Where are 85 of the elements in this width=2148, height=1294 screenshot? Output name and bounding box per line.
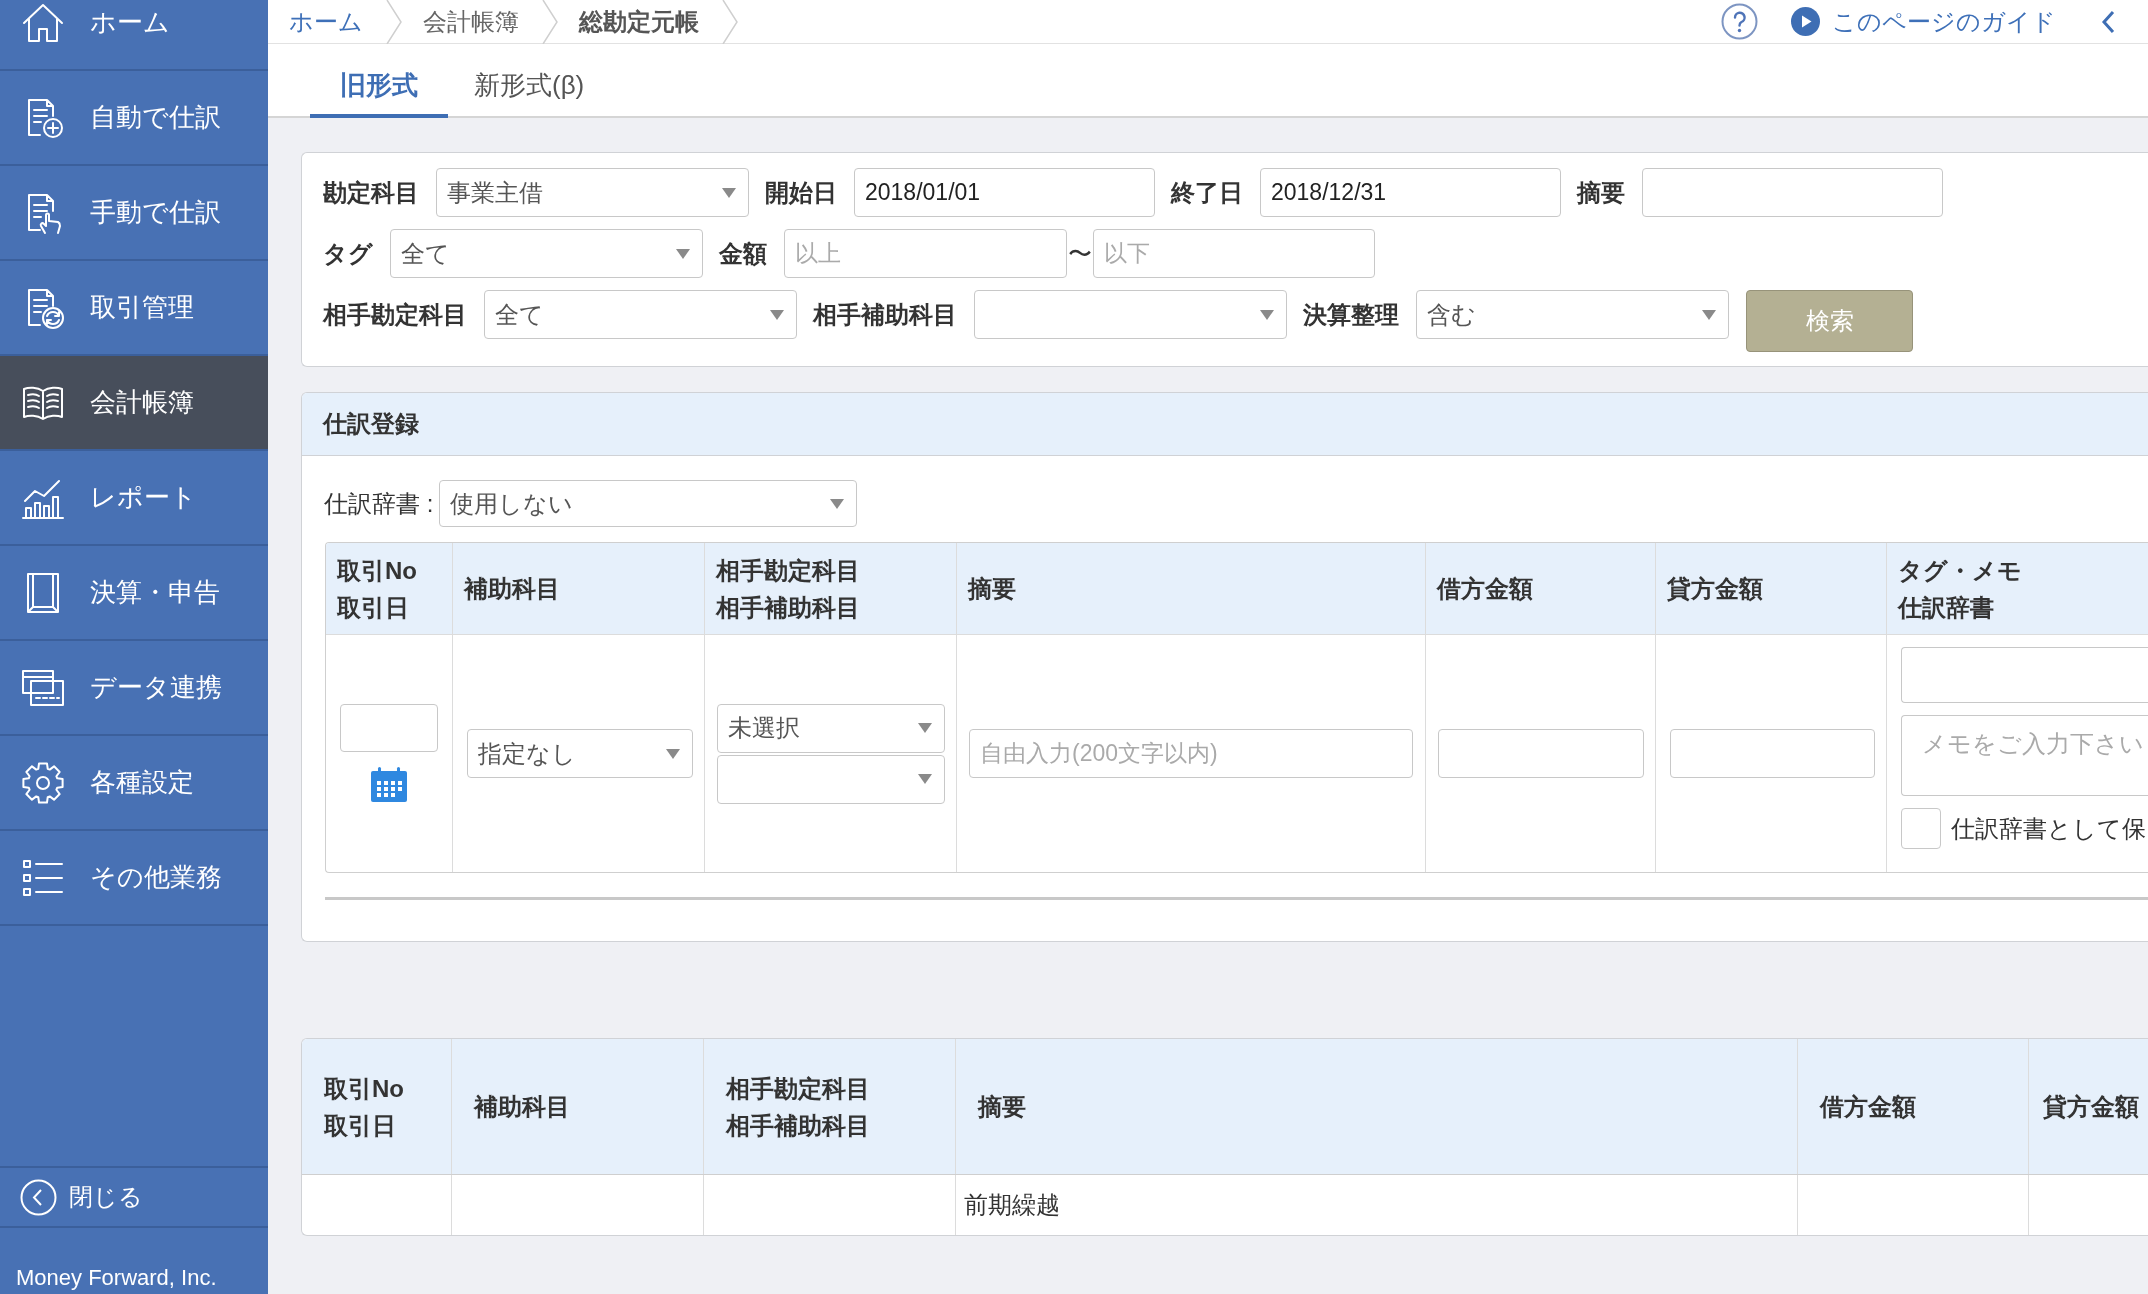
field-label: 金額	[719, 238, 767, 269]
chevron-circle-left-icon	[20, 1178, 57, 1216]
column-header: 仕訳辞書	[1898, 592, 1995, 623]
caret-down-icon	[1702, 309, 1716, 320]
column-header: 借方金額	[1820, 1092, 1917, 1122]
column-header: 貸方金額	[2043, 1092, 2140, 1122]
input-field[interactable]	[1670, 729, 1875, 778]
sidebar-item[interactable]: その他業務	[0, 831, 268, 926]
input-field[interactable]	[1438, 729, 1644, 778]
sidebar-item[interactable]: 自動で仕訳	[0, 71, 268, 166]
tab[interactable]: 新形式(β)	[448, 56, 611, 118]
caret-down-icon	[918, 723, 932, 733]
dropdown[interactable]: 未選択	[717, 703, 945, 753]
dropdown[interactable]: 使用しない	[439, 480, 858, 527]
column-header: 取引日	[337, 592, 410, 623]
sidebar-item[interactable]: 各種設定	[0, 736, 268, 831]
footer-text: Money Forward, Inc.	[16, 1265, 217, 1291]
input-field[interactable]	[1901, 647, 2148, 703]
caret-down-icon	[1260, 309, 1274, 320]
help-icon[interactable]	[1721, 3, 1758, 40]
input-field[interactable]	[340, 704, 438, 752]
chevron-left-icon[interactable]	[2101, 9, 2115, 34]
input-field[interactable]: 以下	[1093, 229, 1375, 278]
caret-down-icon	[918, 774, 932, 784]
field-label: タグ	[323, 238, 373, 269]
field-label: 勘定科目	[323, 177, 419, 208]
input-field[interactable]: 以上	[784, 229, 1067, 278]
checkbox-label: 仕訳辞書として保	[1951, 813, 2146, 844]
column-header: 貸方金額	[1667, 574, 1764, 604]
horizontal-scrollbar[interactable]	[325, 897, 2148, 900]
tab[interactable]: 旧形式	[310, 56, 448, 118]
column-header: 取引No	[324, 1073, 405, 1104]
caret-down-icon	[666, 748, 680, 759]
column-header: 取引日	[324, 1110, 397, 1141]
field-label: 摘要	[1577, 177, 1625, 208]
dropdown[interactable]: 全て	[484, 290, 797, 339]
close-sidebar-button[interactable]: 閉じる	[0, 1166, 268, 1228]
dropdown[interactable]	[974, 290, 1287, 339]
dropdown[interactable]	[717, 754, 945, 804]
calendar-icon[interactable]	[370, 767, 408, 803]
play-circle-icon	[1791, 7, 1820, 36]
column-header: 相手勘定科目	[726, 1073, 871, 1104]
guide-link[interactable]: このページのガイド	[1832, 3, 2056, 40]
caret-down-icon	[676, 248, 690, 259]
sidebar-item[interactable]: データ連携	[0, 641, 268, 736]
sidebar-item[interactable]: 会計帳簿	[0, 356, 268, 451]
field-label: 終了日	[1171, 177, 1243, 208]
column-header: 取引No	[337, 555, 418, 586]
dropdown[interactable]: 指定なし	[467, 729, 693, 778]
input-field[interactable]: 自由入力(200文字以内)	[969, 729, 1413, 778]
settings-icon	[20, 759, 66, 806]
breadcrumb-current: 総勘定元帳	[579, 6, 699, 37]
input-field[interactable]: 2018/12/31	[1260, 168, 1561, 217]
caret-down-icon	[830, 498, 845, 509]
dropdown[interactable]: 含む	[1416, 290, 1729, 339]
input-field[interactable]: 2018/01/01	[854, 168, 1155, 217]
column-header: 摘要	[978, 1092, 1027, 1122]
checkbox[interactable]	[1901, 808, 1941, 849]
column-header: 摘要	[968, 574, 1017, 604]
column-header: 相手補助科目	[726, 1110, 871, 1141]
field-label: 相手補助科目	[813, 299, 957, 330]
field-label: 開始日	[765, 177, 837, 208]
field-label: 仕訳辞書 :	[324, 488, 434, 519]
panel-title: 仕訳登録	[323, 409, 419, 439]
sidebar-item[interactable]: 手動で仕訳	[0, 166, 268, 261]
sidebar-item[interactable]: レポート	[0, 451, 268, 546]
dropdown[interactable]: 事業主借	[436, 168, 749, 217]
memo-field[interactable]: メモをご入力下さい	[1901, 715, 2148, 796]
column-header: タグ・メモ	[1898, 555, 2023, 586]
range-separator: 〜	[1068, 238, 1092, 269]
caret-down-icon	[722, 187, 736, 198]
column-header: 相手補助科目	[716, 592, 861, 623]
dropdown[interactable]: 全て	[390, 229, 703, 278]
column-header: 補助科目	[464, 574, 561, 604]
sidebar-item[interactable]: 決算・申告	[0, 546, 268, 641]
breadcrumb-link[interactable]: ホーム	[289, 3, 363, 40]
column-header: 借方金額	[1437, 574, 1534, 604]
column-header: 相手勘定科目	[716, 555, 861, 586]
breadcrumb-link[interactable]: 会計帳簿	[423, 3, 519, 40]
field-label: 相手勘定科目	[323, 299, 467, 330]
caret-down-icon	[770, 309, 784, 320]
field-label: 決算整理	[1303, 299, 1399, 330]
input-field[interactable]	[1642, 168, 1943, 217]
table-cell: 前期繰越	[956, 1175, 1798, 1235]
column-header: 補助科目	[474, 1092, 571, 1122]
